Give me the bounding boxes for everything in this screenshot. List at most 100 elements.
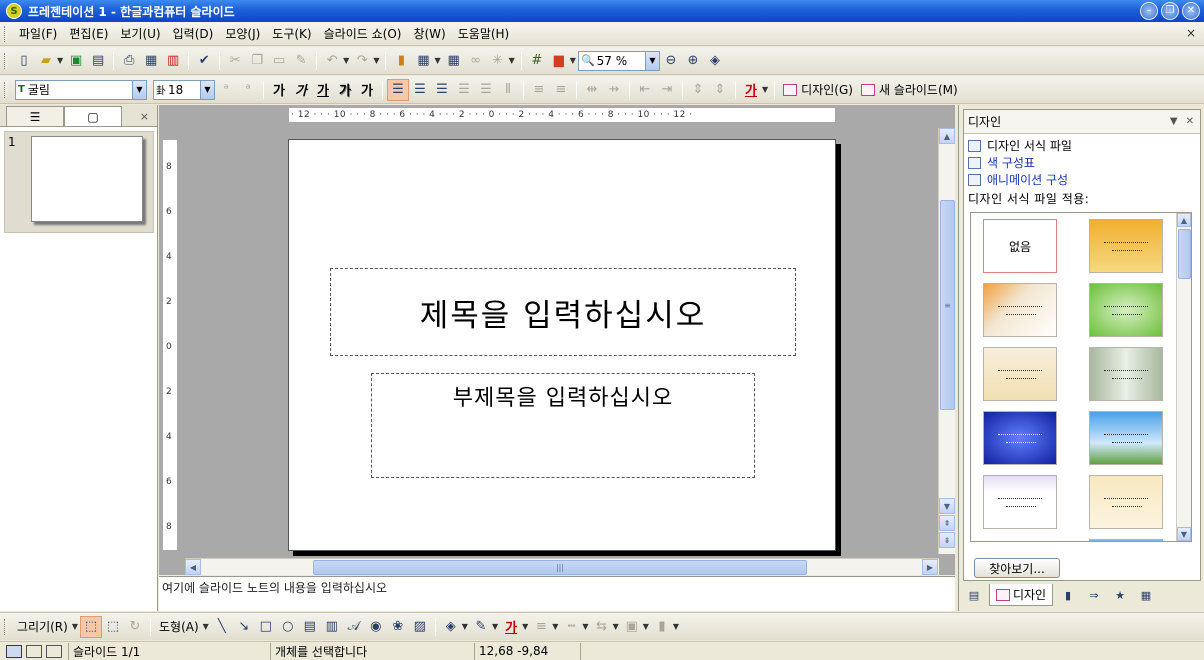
font-size-select[interactable]: 卦 18 ▼ <box>153 79 215 100</box>
slide-sorter-icon[interactable] <box>26 644 42 658</box>
gallery-scroll-down-icon[interactable]: ▼ <box>1177 527 1191 541</box>
wordart-icon[interactable]: 𝒜 <box>343 616 365 638</box>
menu-help[interactable]: 도움말(H) <box>452 23 516 44</box>
fill-color-icon[interactable]: ◈ <box>440 616 462 638</box>
minimize-button[interactable]: – <box>1140 2 1158 20</box>
bullets-icon[interactable]: ≡ <box>550 79 572 101</box>
indent-increase-icon[interactable]: ⇥ <box>656 79 678 101</box>
draw-font-color-dropdown-icon[interactable]: ▼ <box>522 622 528 631</box>
menu-tools[interactable]: 도구(K) <box>266 23 317 44</box>
link-icon[interactable]: ∞ <box>465 50 487 72</box>
save-icon[interactable]: ▣ <box>65 50 87 72</box>
vertical-text-icon[interactable]: ⫴ <box>497 79 519 101</box>
slide-canvas[interactable]: 제목을 입력하십시오 부제목을 입력하십시오 <box>288 139 836 551</box>
next-slide-icon[interactable]: ⇟ <box>939 532 955 548</box>
ellipse-icon[interactable]: ○ <box>277 616 299 638</box>
title-placeholder[interactable]: 제목을 입력하십시오 <box>330 268 796 356</box>
dash-style-dropdown-icon[interactable]: ▼ <box>582 622 588 631</box>
redo-dropdown-icon[interactable]: ▼ <box>373 56 379 65</box>
paste-icon[interactable]: ▭ <box>268 50 290 72</box>
slideshow-view-icon[interactable] <box>46 644 62 658</box>
fit-page-icon[interactable]: ◈ <box>704 50 726 72</box>
format-painter-icon[interactable]: ✎ <box>290 50 312 72</box>
line-color-dropdown-icon[interactable]: ▼ <box>492 622 498 631</box>
dash-style-icon[interactable]: ┅ <box>560 616 582 638</box>
draw-font-color-button[interactable]: 가 <box>500 617 522 636</box>
drawbar-grip[interactable] <box>4 618 7 635</box>
shapes-dropdown-icon[interactable]: ▼ <box>203 622 209 631</box>
font-size-dropdown-icon[interactable]: ▼ <box>200 80 214 99</box>
new-document-icon[interactable]: ▯ <box>13 50 35 72</box>
char-spacing-wide-icon[interactable]: ⇹ <box>581 79 603 101</box>
arrow-style-icon[interactable]: ⇆ <box>591 616 613 638</box>
asterisk-icon[interactable]: ✳ <box>487 50 509 72</box>
line-spacing-down-icon[interactable]: ⇕ <box>709 79 731 101</box>
toolbar-grip[interactable] <box>4 52 7 69</box>
pdf-icon[interactable]: ▥ <box>162 50 184 72</box>
char-spacing-narrow-icon[interactable]: ⇸ <box>603 79 625 101</box>
tab-slides[interactable]: ▢ <box>64 106 122 126</box>
template-thumbnail[interactable] <box>1089 539 1163 541</box>
vertical-scroll-thumb[interactable]: ≡ <box>940 200 955 410</box>
show-grid-icon[interactable]: # <box>526 50 548 72</box>
slide-thumbnail-row[interactable]: 1 <box>4 131 154 233</box>
tab-clipart-icon[interactable]: ★ <box>1109 584 1131 606</box>
template-thumbnail[interactable] <box>1089 347 1163 401</box>
font-grow-icon[interactable]: ᵃ <box>215 79 237 101</box>
menu-slideshow[interactable]: 슬라이드 쇼(O) <box>318 23 408 44</box>
menu-window[interactable]: 창(W) <box>407 23 451 44</box>
template-thumbnail[interactable] <box>983 347 1057 401</box>
template-thumbnail[interactable] <box>983 411 1057 465</box>
asterisk-dropdown-icon[interactable]: ▼ <box>509 56 515 65</box>
spellcheck-icon[interactable]: ✔ <box>193 50 215 72</box>
scroll-down-icon[interactable]: ▼ <box>939 498 955 514</box>
shadow-style-icon[interactable]: ▣ <box>621 616 643 638</box>
template-thumbnail[interactable] <box>983 283 1057 337</box>
prev-slide-icon[interactable]: ⇞ <box>939 515 955 531</box>
free-rotate-icon[interactable]: ↻ <box>124 616 146 638</box>
restore-button[interactable]: ❐ <box>1161 2 1179 20</box>
line-spacing-up-icon[interactable]: ⇕ <box>687 79 709 101</box>
horizontal-scroll-thumb[interactable]: ||| <box>313 560 807 575</box>
font-shrink-icon[interactable]: ᵃ <box>237 79 259 101</box>
tab-design[interactable]: 디자인 <box>989 584 1053 606</box>
tab-layout-icon[interactable]: ▤ <box>963 584 985 606</box>
color-scheme-icon[interactable]: ▆ <box>548 50 570 72</box>
menu-edit[interactable]: 편집(E) <box>63 23 114 44</box>
table-dropdown-icon[interactable]: ▼ <box>434 56 440 65</box>
notes-input[interactable]: 여기에 슬라이드 노트의 내용을 입력하십시오 <box>159 576 955 611</box>
gallery-scroll-up-icon[interactable]: ▲ <box>1177 213 1191 227</box>
print-icon[interactable]: ⎙ <box>118 50 140 72</box>
font-name-dropdown-icon[interactable]: ▼ <box>132 80 146 99</box>
underline-button[interactable]: 가 <box>312 80 334 99</box>
panel-menu-icon[interactable]: ▼ <box>1170 116 1178 127</box>
undo-dropdown-icon[interactable]: ▼ <box>343 56 349 65</box>
open-folder-icon[interactable]: ▰ <box>35 50 57 72</box>
line-icon[interactable]: ╲ <box>211 616 233 638</box>
zoom-out-icon[interactable]: ⊖ <box>660 50 682 72</box>
subtitle-placeholder[interactable]: 부제목을 입력하십시오 <box>371 373 755 478</box>
align-right-icon[interactable]: ☰ <box>431 79 453 101</box>
template-thumbnail[interactable] <box>1089 411 1163 465</box>
font-color-button[interactable]: 가 <box>740 80 762 99</box>
fill-color-dropdown-icon[interactable]: ▼ <box>462 622 468 631</box>
clipart-icon[interactable]: ❀ <box>387 616 409 638</box>
grid-icon[interactable]: ▦ <box>443 50 465 72</box>
align-left-icon[interactable]: ☰ <box>387 78 409 101</box>
chart-icon[interactable]: ▮ <box>390 50 412 72</box>
menu-view[interactable]: 보기(U) <box>114 23 166 44</box>
panel-close-icon[interactable]: ✕ <box>1186 116 1194 127</box>
vertical-textbox-icon[interactable]: ▥ <box>321 616 343 638</box>
zoom-in-icon[interactable]: ⊕ <box>682 50 704 72</box>
justify-icon[interactable]: ☰ <box>453 79 475 101</box>
template-thumbnail[interactable] <box>983 475 1057 529</box>
vertical-ruler[interactable]: 8 6 4 2 0 2 4 6 8 <box>163 140 177 550</box>
select-objects-icon[interactable]: ⬚ <box>79 615 102 638</box>
undo-icon[interactable]: ↶ <box>321 50 343 72</box>
scroll-left-icon[interactable]: ◀ <box>185 559 201 575</box>
tab-chart-icon[interactable]: ▮ <box>1057 584 1079 606</box>
strike-button[interactable]: 가 <box>356 80 378 99</box>
color-scheme-link[interactable]: 색 구성표 <box>964 154 1200 171</box>
italic-button[interactable]: 가 <box>290 80 312 99</box>
align-center-icon[interactable]: ☰ <box>409 79 431 101</box>
